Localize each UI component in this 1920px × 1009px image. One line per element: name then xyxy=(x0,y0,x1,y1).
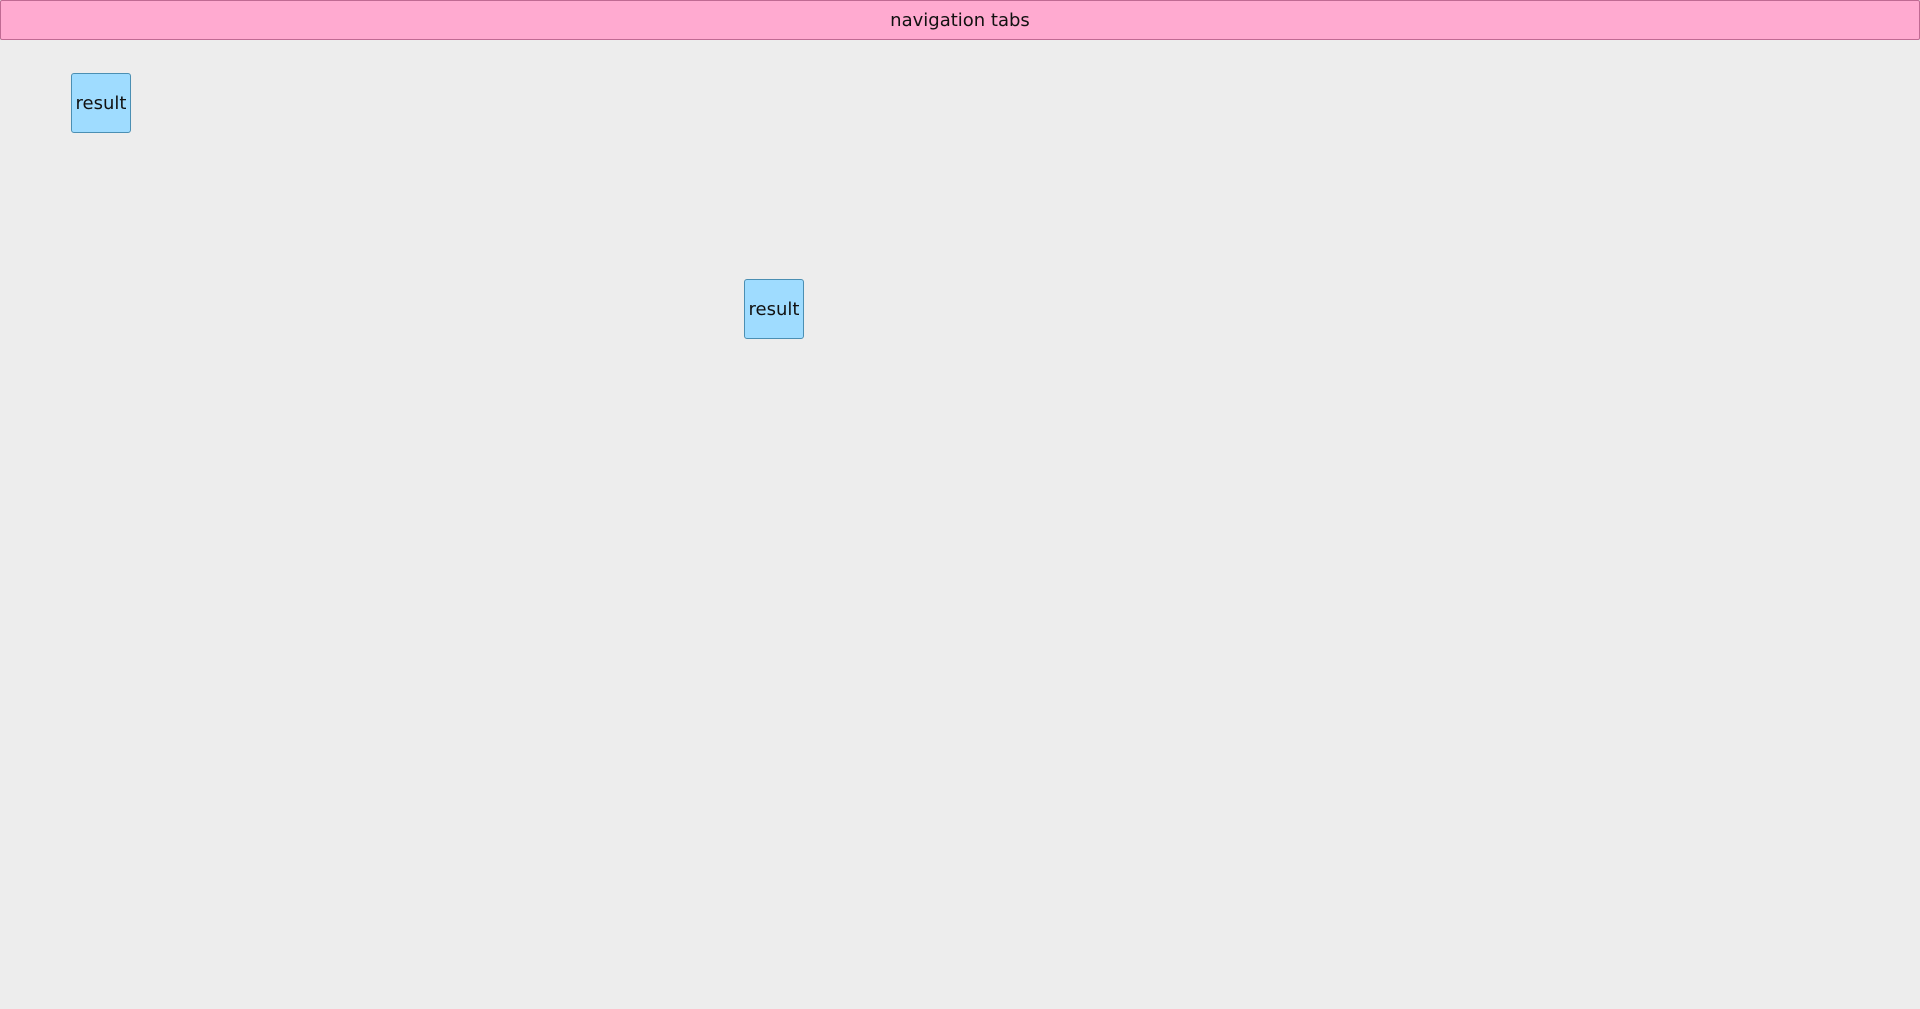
result-block-2[interactable]: result xyxy=(744,279,804,339)
result-block-1[interactable]: result xyxy=(71,73,131,133)
navigation-tabs[interactable]: navigation tabs xyxy=(0,0,1920,40)
page: navigation tabs result result xyxy=(0,0,1920,1009)
